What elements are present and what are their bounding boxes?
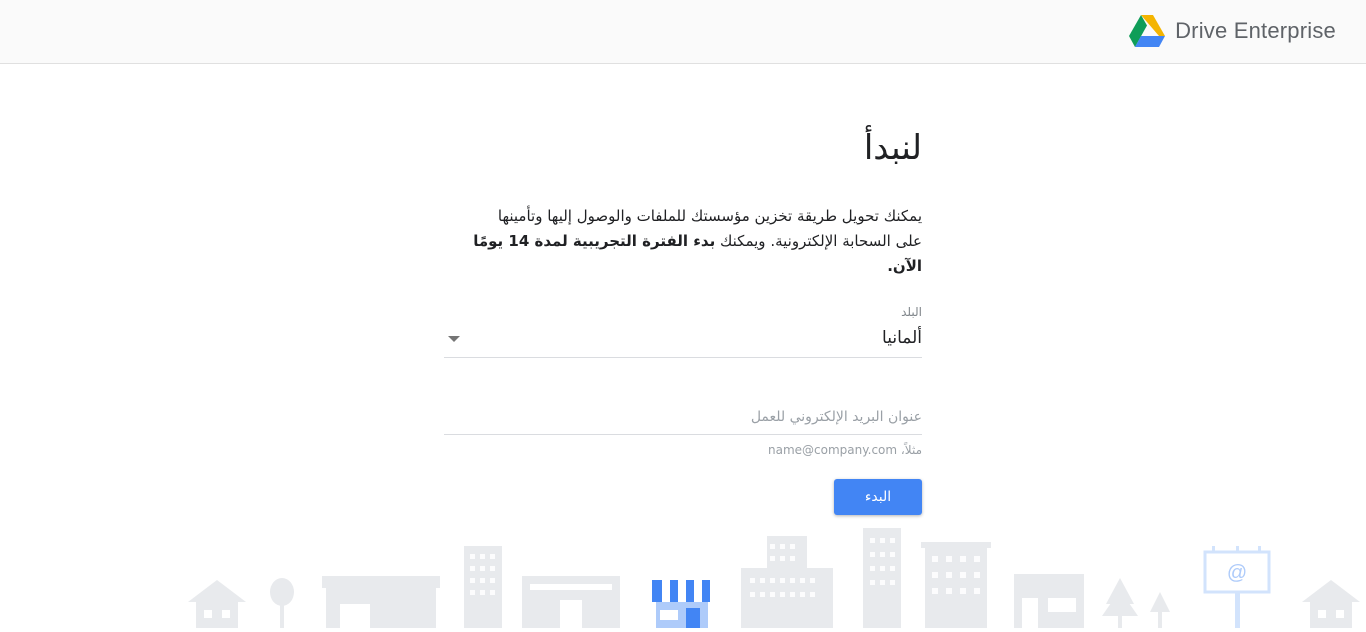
storefront-illustration [652,580,710,628]
country-label: البلد [901,305,922,319]
google-drive-icon [1129,15,1166,47]
start-button[interactable]: البدء [834,479,922,515]
city-skyline-illustration: @ [188,528,1360,628]
description-line-2: على السحابة الإلكترونية. ويمكنك [715,232,922,250]
brand-name: Drive Enterprise [1175,18,1336,43]
dropdown-arrow-icon[interactable] [448,336,460,342]
country-select[interactable]: ألمانيا [444,324,922,358]
top-bar: Drive Enterprise [0,0,1366,64]
page-title: لنبدأ [863,128,922,168]
billboard-illustration: @ [1203,546,1271,628]
work-email-input[interactable] [444,401,922,433]
brand-logo[interactable]: Drive Enterprise [1129,13,1336,49]
page-description: يمكنك تحويل طريقة تخزين مؤسستك للملفات و… [444,204,922,279]
email-hint: مثلاً، name@company.com [768,443,922,457]
email-field [444,401,922,435]
description-line-1: يمكنك تحويل طريقة تخزين مؤسستك للملفات و… [497,207,922,225]
billboard-at-symbol: @ [1227,562,1247,584]
country-selected-value: ألمانيا [882,328,922,348]
